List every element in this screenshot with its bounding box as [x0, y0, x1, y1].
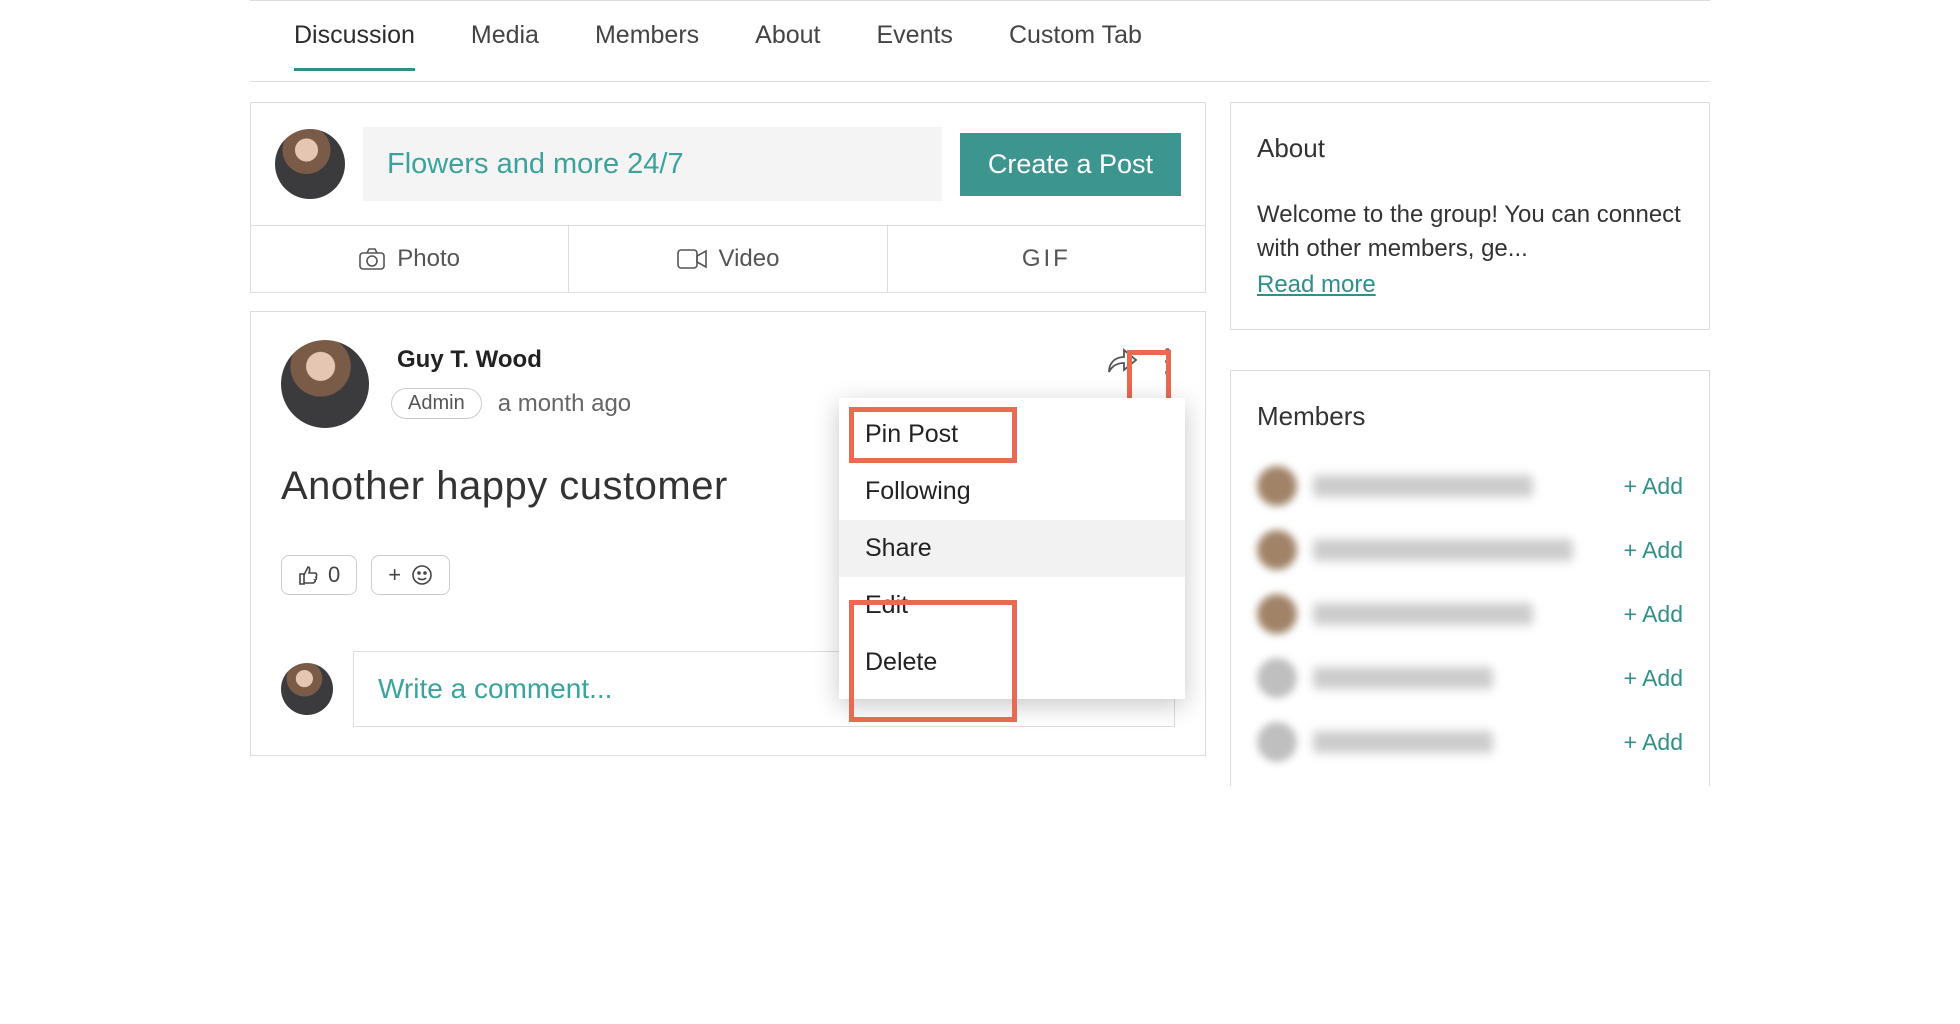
tab-members[interactable]: Members: [595, 21, 699, 71]
avatar[interactable]: [281, 340, 369, 428]
menu-pin-post[interactable]: Pin Post: [839, 406, 1185, 463]
about-card: About Welcome to the group! You can conn…: [1230, 102, 1710, 330]
gif-label: GIF: [1022, 245, 1071, 273]
thumbs-up-icon: [298, 565, 318, 585]
menu-share[interactable]: Share: [839, 520, 1185, 577]
about-title: About: [1257, 133, 1683, 164]
tab-media[interactable]: Media: [471, 21, 539, 71]
video-icon: [677, 249, 707, 269]
member-row: + Add: [1257, 658, 1683, 698]
avatar[interactable]: [1257, 722, 1297, 762]
camera-icon: [359, 248, 385, 270]
add-member-button[interactable]: + Add: [1624, 729, 1683, 756]
post-time: a month ago: [498, 390, 631, 418]
post-card: Guy T. Wood Admin a month ago: [250, 311, 1206, 756]
member-row: + Add: [1257, 530, 1683, 570]
member-row: + Add: [1257, 594, 1683, 634]
tab-discussion[interactable]: Discussion: [294, 21, 415, 71]
vertical-dots-icon: [1165, 345, 1170, 378]
member-name: [1313, 475, 1533, 497]
add-photo-button[interactable]: Photo: [251, 226, 569, 292]
post-input[interactable]: Flowers and more 24/7: [363, 127, 942, 201]
member-row: + Add: [1257, 466, 1683, 506]
add-reaction-button[interactable]: +: [371, 555, 450, 595]
member-row: + Add: [1257, 722, 1683, 762]
tab-custom[interactable]: Custom Tab: [1009, 21, 1142, 71]
member-name: [1313, 603, 1533, 625]
plus-label: +: [388, 562, 401, 588]
menu-edit[interactable]: Edit: [839, 577, 1185, 634]
tab-about[interactable]: About: [755, 21, 820, 71]
member-name: [1313, 731, 1493, 753]
members-card: Members + Add + Add + Add + Add: [1230, 370, 1710, 786]
avatar[interactable]: [1257, 594, 1297, 634]
avatar[interactable]: [275, 129, 345, 199]
video-label: Video: [719, 245, 780, 273]
composer-card: Flowers and more 24/7 Create a Post Phot…: [250, 102, 1206, 293]
post-options-menu: Pin Post Following Share Edit Delete: [839, 398, 1185, 699]
smile-icon: [411, 564, 433, 586]
menu-delete[interactable]: Delete: [839, 634, 1185, 691]
tab-events[interactable]: Events: [877, 21, 953, 71]
photo-label: Photo: [397, 245, 460, 273]
add-gif-button[interactable]: GIF: [888, 226, 1205, 292]
avatar[interactable]: [1257, 658, 1297, 698]
add-member-button[interactable]: + Add: [1624, 473, 1683, 500]
avatar[interactable]: [281, 663, 333, 715]
share-icon[interactable]: [1101, 342, 1143, 380]
member-name: [1313, 667, 1493, 689]
member-name: [1313, 539, 1573, 561]
members-title: Members: [1257, 401, 1683, 432]
admin-badge: Admin: [391, 388, 482, 419]
read-more-link[interactable]: Read more: [1257, 271, 1376, 299]
menu-following[interactable]: Following: [839, 463, 1185, 520]
add-member-button[interactable]: + Add: [1624, 601, 1683, 628]
avatar[interactable]: [1257, 530, 1297, 570]
add-member-button[interactable]: + Add: [1624, 665, 1683, 692]
post-author[interactable]: Guy T. Wood: [391, 344, 631, 376]
like-button[interactable]: 0: [281, 555, 357, 595]
avatar[interactable]: [1257, 466, 1297, 506]
like-count: 0: [328, 562, 340, 588]
add-member-button[interactable]: + Add: [1624, 537, 1683, 564]
create-post-button[interactable]: Create a Post: [960, 133, 1181, 196]
add-video-button[interactable]: Video: [569, 226, 887, 292]
more-options-button[interactable]: [1149, 336, 1185, 386]
tabs-bar: Discussion Media Members About Events Cu…: [250, 1, 1710, 82]
about-text: Welcome to the group! You can connect wi…: [1257, 198, 1683, 265]
